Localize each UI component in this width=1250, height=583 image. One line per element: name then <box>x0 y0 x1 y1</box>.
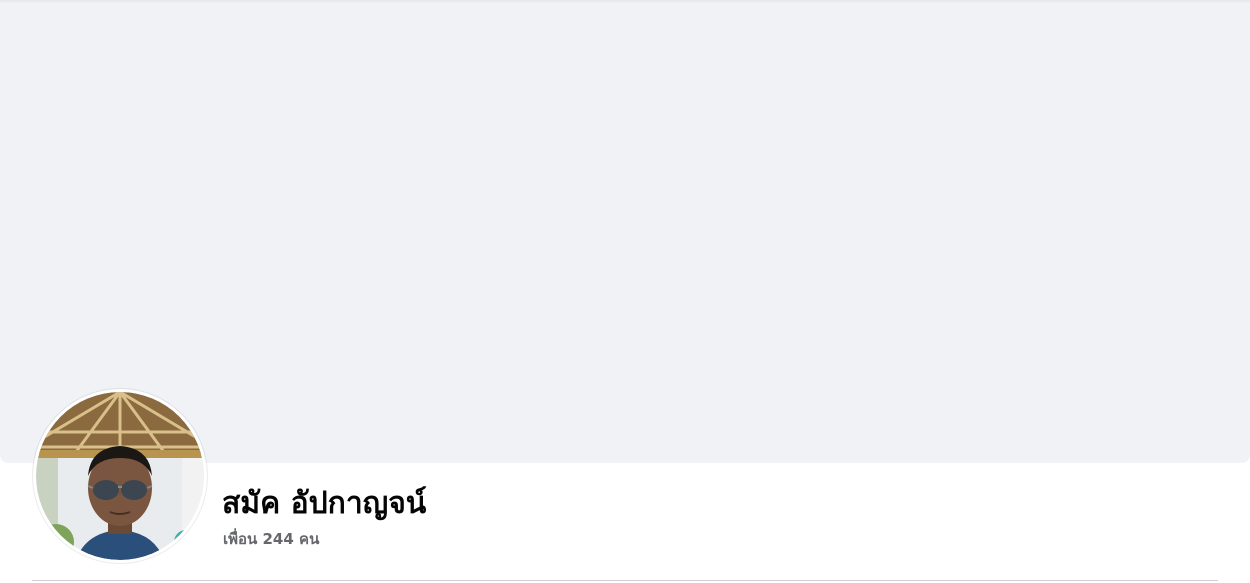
profile-picture-image <box>36 392 204 560</box>
profile-name[interactable]: สมัค อัปกาญจน์ <box>222 484 426 524</box>
profile-picture[interactable] <box>33 389 207 563</box>
header-shadow <box>0 0 1250 3</box>
divider <box>32 580 1218 581</box>
friend-count-link[interactable]: เพื่อน 244 คน <box>223 528 319 550</box>
cover-photo-area[interactable] <box>0 0 1250 463</box>
